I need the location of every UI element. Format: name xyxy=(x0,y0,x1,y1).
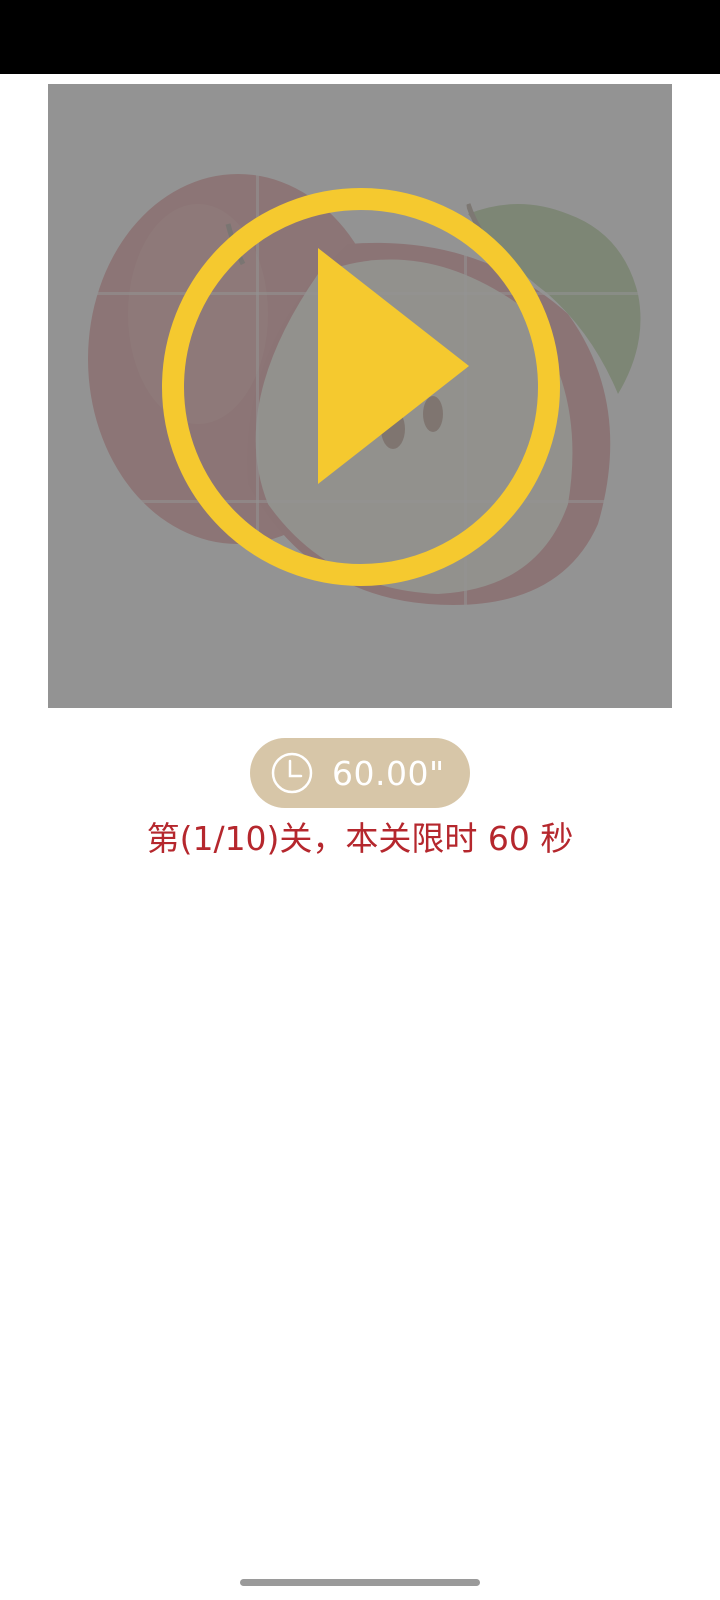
home-indicator[interactable] xyxy=(240,1579,480,1586)
level-info: 第(1/10)关，本关限时 60 秒 xyxy=(146,819,574,858)
timer-value: 60.00" xyxy=(332,753,445,793)
timer-badge: 60.00" xyxy=(250,738,470,808)
play-icon xyxy=(318,248,469,484)
play-button[interactable] xyxy=(160,186,562,588)
puzzle-board[interactable] xyxy=(48,84,672,708)
status-bar xyxy=(0,0,720,74)
clock-icon xyxy=(271,752,313,794)
